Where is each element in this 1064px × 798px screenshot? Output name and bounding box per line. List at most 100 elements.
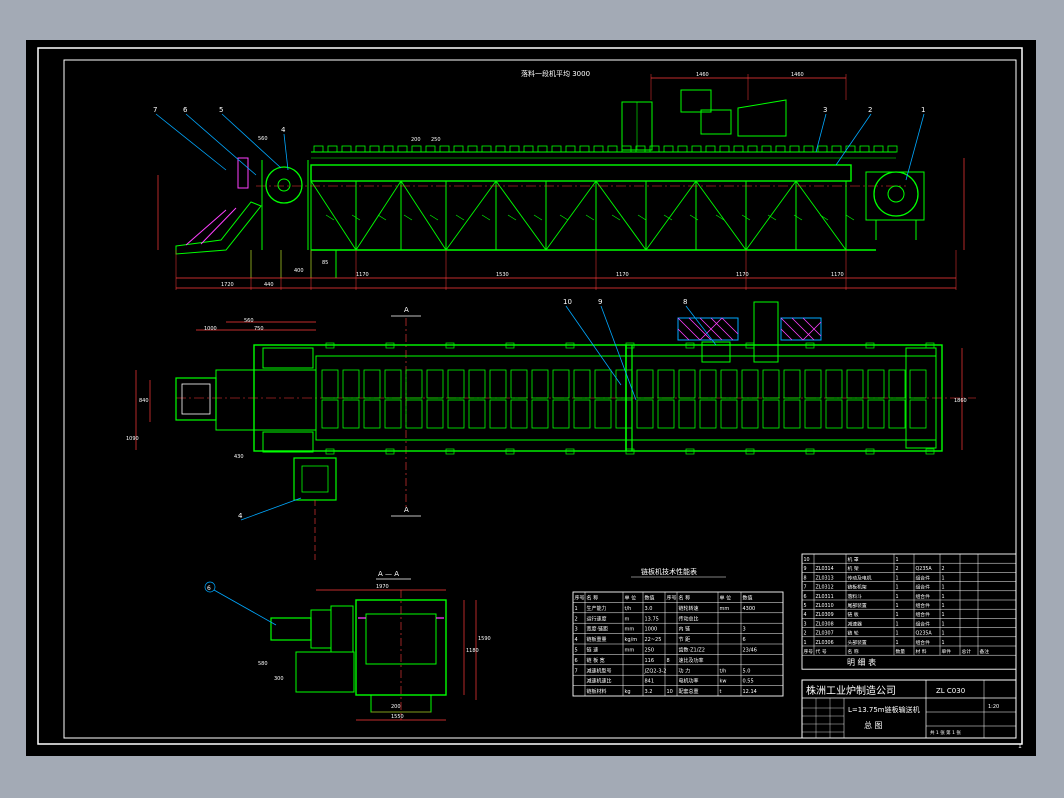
section-view: A — A 1970 1180 1590 580 300 200 1550 6 — [204, 570, 491, 721]
parts-cell: 1 — [942, 594, 945, 600]
parts-cell: 机 罩 — [848, 556, 859, 563]
parts-cell: 1 — [896, 640, 899, 646]
parts-header-cell: 材 料 — [916, 648, 927, 655]
parts-cell: 2 — [896, 566, 899, 572]
parts-cell: ZL0312 — [816, 585, 834, 591]
tech-cell: 8 — [667, 658, 670, 664]
tech-cell: 3 — [575, 627, 578, 633]
parts-cell: 8 — [804, 575, 807, 581]
dim-bottom-3: 1170 — [356, 272, 369, 278]
parts-cell: 组合件 — [916, 620, 931, 627]
parts-cell: 4 — [804, 612, 807, 618]
tech-cell: 12.14 — [743, 689, 757, 695]
tech-cell: 数值 — [743, 595, 753, 602]
parts-cell: 5 — [804, 603, 807, 609]
plan-reducer — [293, 457, 337, 501]
tech-cell: 名 称 — [587, 595, 599, 602]
parts-header-cell: 名 称 — [848, 648, 859, 655]
company-name: 株洲工业炉制造公司 — [806, 684, 896, 697]
section-mark-top: A — [404, 306, 409, 314]
part-balloon-2: 2 — [868, 106, 872, 114]
tech-cell: 单 位 — [720, 595, 732, 602]
part-balloon-7: 7 — [153, 106, 157, 114]
tech-cell: 4300 — [743, 606, 756, 612]
parts-cell: ZL0310 — [816, 603, 834, 609]
parts-cell: 头部装置 — [848, 639, 867, 646]
page-number: 1 — [1018, 743, 1022, 750]
part-balloon-1: 1 — [921, 106, 925, 114]
tech-cell: 2 — [575, 616, 578, 622]
tech-cell: 250 — [645, 648, 655, 654]
view-name: 总 图 — [864, 720, 883, 730]
feed-chute — [175, 201, 262, 255]
tech-cell: 1000 — [645, 627, 658, 633]
inner-frame — [63, 59, 1017, 739]
parts-cell: 组合件 — [916, 611, 931, 618]
chain-plates-plan — [321, 342, 935, 455]
tech-cell: 3.2 — [645, 689, 653, 695]
tech-cell: 13.75 — [645, 616, 659, 622]
dim-mid-1: 560 — [258, 136, 268, 142]
tech-cell: JZQ2-3-2 — [644, 668, 667, 674]
tech-cell: t — [720, 689, 722, 695]
dim-top-1: 1460 — [696, 72, 709, 78]
dim-bottom-5: 1170 — [616, 272, 629, 278]
parts-cell: Q235A — [916, 631, 933, 637]
tech-cell: 序号 — [667, 595, 677, 602]
title-block: 株洲工业炉制造公司 ZL C030 L=13.75m链板输送机 总 图 1:20… — [801, 679, 1017, 739]
parts-cell: 链 轮 — [848, 630, 859, 637]
truss-members — [310, 180, 855, 251]
parts-header-cell: 代 号 — [816, 648, 827, 655]
parts-cell: 10 — [804, 557, 810, 563]
scale-value: 1:20 — [988, 704, 999, 710]
dim-bottom-7: 1170 — [831, 272, 844, 278]
tech-cell: 电机功率 — [679, 678, 699, 685]
parts-cell: 1 — [942, 640, 945, 646]
section-dim-1: 1970 — [376, 584, 389, 590]
plan-dim-2: 750 — [254, 326, 264, 332]
parts-cell: 1 — [942, 585, 945, 591]
parts-cell: 1 — [942, 631, 945, 637]
parts-cell: ZL0313 — [816, 575, 834, 581]
dim-mid-3: 250 — [431, 137, 441, 143]
section-dim-6: 200 — [391, 704, 401, 710]
plan-view: A A 560 750 1000 430 840 1090 1860 10 9 … — [126, 298, 976, 560]
parts-cell: 6 — [804, 594, 807, 600]
parts-cell: 1 — [896, 594, 899, 600]
parts-cell: 组合件 — [916, 574, 931, 581]
parts-cell: 7 — [804, 585, 807, 591]
drawing-number: ZL C030 — [936, 687, 965, 695]
section-dim-2: 1180 — [466, 648, 479, 654]
parts-cell: 1 — [896, 631, 899, 637]
plan-balloon-9: 9 — [598, 298, 602, 306]
tech-cell: t/h — [720, 668, 727, 674]
parts-cell: ZL0311 — [816, 594, 834, 600]
tech-cell: 23/46 — [743, 648, 757, 654]
tech-cell: 生产能力 — [587, 605, 607, 612]
tech-cell: m — [625, 616, 630, 622]
tech-cell: kg/m — [625, 637, 638, 643]
parts-cell: 机 架 — [848, 565, 859, 572]
tech-cell: 序号 — [575, 595, 585, 602]
dim-bottom-6: 1170 — [736, 272, 749, 278]
parts-cell: 1 — [896, 612, 899, 618]
tech-cell: 节 距 — [679, 637, 691, 643]
parts-cell: 1 — [896, 621, 899, 627]
tech-cell: t/h — [625, 606, 632, 612]
parts-cell: ZL0307 — [816, 631, 834, 637]
parts-cell: ZL0308 — [816, 621, 834, 627]
truss-top-chord — [310, 164, 852, 182]
elevation-top-note: 落料一段机平均 3000 — [521, 69, 590, 78]
plan-balloon-8: 8 — [683, 298, 687, 306]
tech-cell: 841 — [645, 679, 655, 685]
section-dim-4: 580 — [258, 661, 268, 667]
tech-cell: 内 链 — [679, 626, 691, 633]
tech-cell: 链 速 — [587, 647, 599, 654]
parts-cell: 传动及电机 — [848, 574, 872, 581]
parts-cell: 1 — [942, 603, 945, 609]
tech-cell: 齿数·Z1/Z2 — [679, 647, 706, 654]
tech-cell: 7 — [575, 668, 578, 674]
plan-dim-4: 430 — [234, 454, 244, 460]
plan-dim-right: 1860 — [954, 398, 967, 404]
tech-cell: 速比及功率 — [679, 657, 704, 664]
